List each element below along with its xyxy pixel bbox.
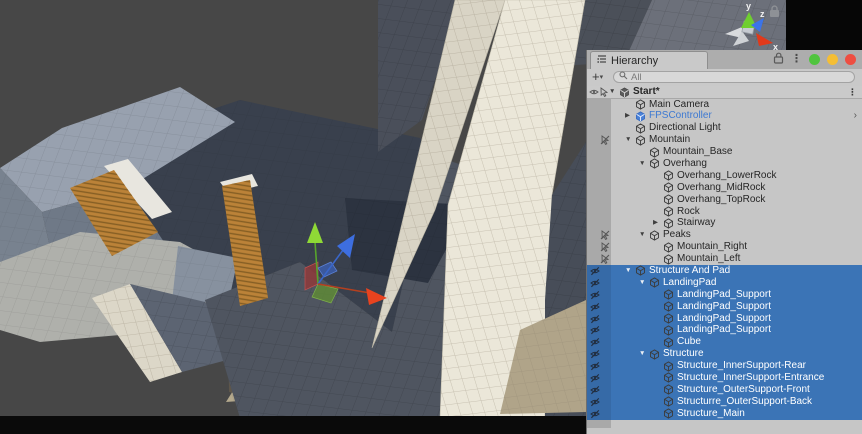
window-button-green[interactable] [809, 54, 820, 65]
item-label: Main Camera [649, 98, 710, 110]
hierarchy-row[interactable]: Structure_InnerSupport-Rear [587, 360, 862, 372]
item-label: Directional Light [649, 122, 721, 134]
hierarchy-row[interactable]: Mountain_Base [587, 146, 862, 158]
hierarchy-row[interactable]: ▼ LandingPad [587, 276, 862, 289]
visibility-off-icon[interactable] [590, 409, 600, 422]
create-dropdown-caret: ▾ [599, 74, 604, 81]
hierarchy-row[interactable]: LandingPad_Support [587, 312, 862, 325]
hierarchy-row[interactable]: Structure_Main [587, 407, 862, 422]
hierarchy-row[interactable]: Overhang_LowerRock [587, 170, 862, 182]
hierarchy-row[interactable]: Structurre_OuterSupport-Back [587, 395, 862, 408]
hierarchy-row[interactable]: ▼ Overhang [587, 158, 862, 170]
unity-editor: y z x Hierarchy ⋮ +▾ All ▼ Start* ⋮ Main… [0, 0, 862, 434]
hierarchy-row[interactable]: Structure_OuterSupport-Front [587, 383, 862, 396]
item-label: Structure_InnerSupport-Entrance [677, 371, 825, 383]
item-label: Structure_InnerSupport-Rear [677, 360, 806, 372]
foldout-closed-icon[interactable]: ▶ [625, 110, 630, 122]
foldout-open-icon[interactable]: ▼ [609, 86, 615, 98]
hierarchy-row[interactable]: ▼ Peaks [587, 229, 862, 241]
foldout-open-icon[interactable]: ▼ [639, 348, 645, 360]
hierarchy-row[interactable]: ▶ FPSController › [587, 110, 862, 122]
panel-menu-icon[interactable]: ⋮ [791, 54, 802, 65]
hierarchy-panel: Hierarchy ⋮ +▾ All ▼ Start* ⋮ Main Camer… [586, 50, 862, 434]
gameobject-icon [663, 408, 674, 422]
item-label: LandingPad_Support [677, 312, 771, 324]
item-label: FPSController [649, 110, 712, 122]
hierarchy-tab-icon [597, 54, 607, 67]
item-label: Mountain_Base [663, 146, 733, 158]
scene-header-row[interactable]: ▼ Start* ⋮ [587, 86, 862, 99]
search-input[interactable] [631, 72, 849, 82]
hierarchy-rows: ▼ Start* ⋮ Main Camera ▶ FPSController › Direct… [587, 86, 862, 420]
hierarchy-row[interactable]: Mountain_Left [587, 253, 862, 265]
window-corner-void [786, 0, 862, 50]
prefab-open-chevron[interactable]: › [854, 110, 857, 122]
item-label: Cube [677, 336, 701, 348]
item-label: Structure [663, 348, 704, 360]
hierarchy-row[interactable]: Main Camera [587, 99, 862, 111]
search-box[interactable] [613, 71, 855, 83]
hierarchy-toolbar: +▾ [587, 69, 862, 87]
hierarchy-row[interactable]: Directional Light [587, 122, 862, 134]
hierarchy-row[interactable]: LandingPad_Support [587, 300, 862, 313]
foldout-closed-icon[interactable]: ▶ [653, 217, 658, 229]
scene-bottom-void [0, 416, 600, 434]
hierarchy-row[interactable]: Cube [587, 336, 862, 349]
item-label: Mountain_Left [677, 253, 741, 265]
scene-options-icon[interactable]: ⋮ [848, 86, 857, 99]
item-label: Mountain [649, 134, 691, 146]
hierarchy-row[interactable]: Overhang_MidRock [587, 182, 862, 194]
foldout-open-icon[interactable]: ▼ [625, 134, 631, 146]
hierarchy-row[interactable]: ▼ Structure [587, 348, 862, 361]
axis-label-z: z [760, 9, 765, 19]
hierarchy-row[interactable]: LandingPad_Support [587, 324, 862, 337]
hierarchy-tree: ▼ Start* ⋮ Main Camera ▶ FPSController › Direct… [587, 86, 862, 434]
hierarchy-row[interactable]: Overhang_TopRock [587, 194, 862, 206]
item-label: Rock [677, 205, 700, 217]
item-label: Structurre_OuterSupport-Back [677, 395, 813, 407]
hierarchy-row[interactable]: Structure_InnerSupport-Entrance [587, 371, 862, 384]
window-button-yellow[interactable] [827, 54, 838, 65]
item-label: Overhang_LowerRock [677, 169, 777, 181]
window-button-red[interactable] [845, 54, 856, 65]
hierarchy-row[interactable]: Mountain_Right [587, 241, 862, 253]
item-label: Structure_OuterSupport-Front [677, 383, 810, 395]
axis-label-y: y [746, 1, 751, 11]
item-label: Structure And Pad [649, 264, 731, 276]
item-label: Mountain_Right [677, 241, 748, 253]
foldout-open-icon[interactable]: ▼ [639, 158, 645, 170]
item-label: Structure_Main [677, 407, 745, 419]
search-icon [619, 71, 628, 83]
lock-icon[interactable] [773, 52, 784, 67]
item-label: Overhang [663, 157, 707, 169]
create-button[interactable]: +▾ [592, 70, 612, 84]
foldout-open-icon[interactable]: ▼ [639, 229, 645, 241]
panel-tab-bar: Hierarchy ⋮ [587, 50, 862, 70]
item-label: LandingPad_Support [677, 300, 771, 312]
tab-hierarchy[interactable]: Hierarchy [590, 51, 708, 69]
item-label: Peaks [663, 229, 691, 241]
item-label: Overhang_TopRock [677, 193, 766, 205]
item-label: LandingPad_Support [677, 324, 771, 336]
hierarchy-row[interactable]: LandingPad_Support [587, 288, 862, 301]
hierarchy-row[interactable]: Rock [587, 206, 862, 218]
hierarchy-row[interactable]: ▼ Mountain [587, 134, 862, 146]
tab-title: Hierarchy [611, 54, 659, 67]
item-label: LandingPad [663, 276, 717, 288]
foldout-open-icon[interactable]: ▼ [639, 277, 645, 289]
item-label: LandingPad_Support [677, 288, 771, 300]
hierarchy-row[interactable]: ▶ Stairway [587, 217, 862, 229]
hierarchy-row[interactable]: ▼ Structure And Pad [587, 264, 862, 277]
foldout-open-icon[interactable]: ▼ [625, 265, 631, 277]
item-label: Start* [633, 86, 660, 97]
item-label: Stairway [677, 217, 716, 229]
item-label: Overhang_MidRock [677, 181, 766, 193]
